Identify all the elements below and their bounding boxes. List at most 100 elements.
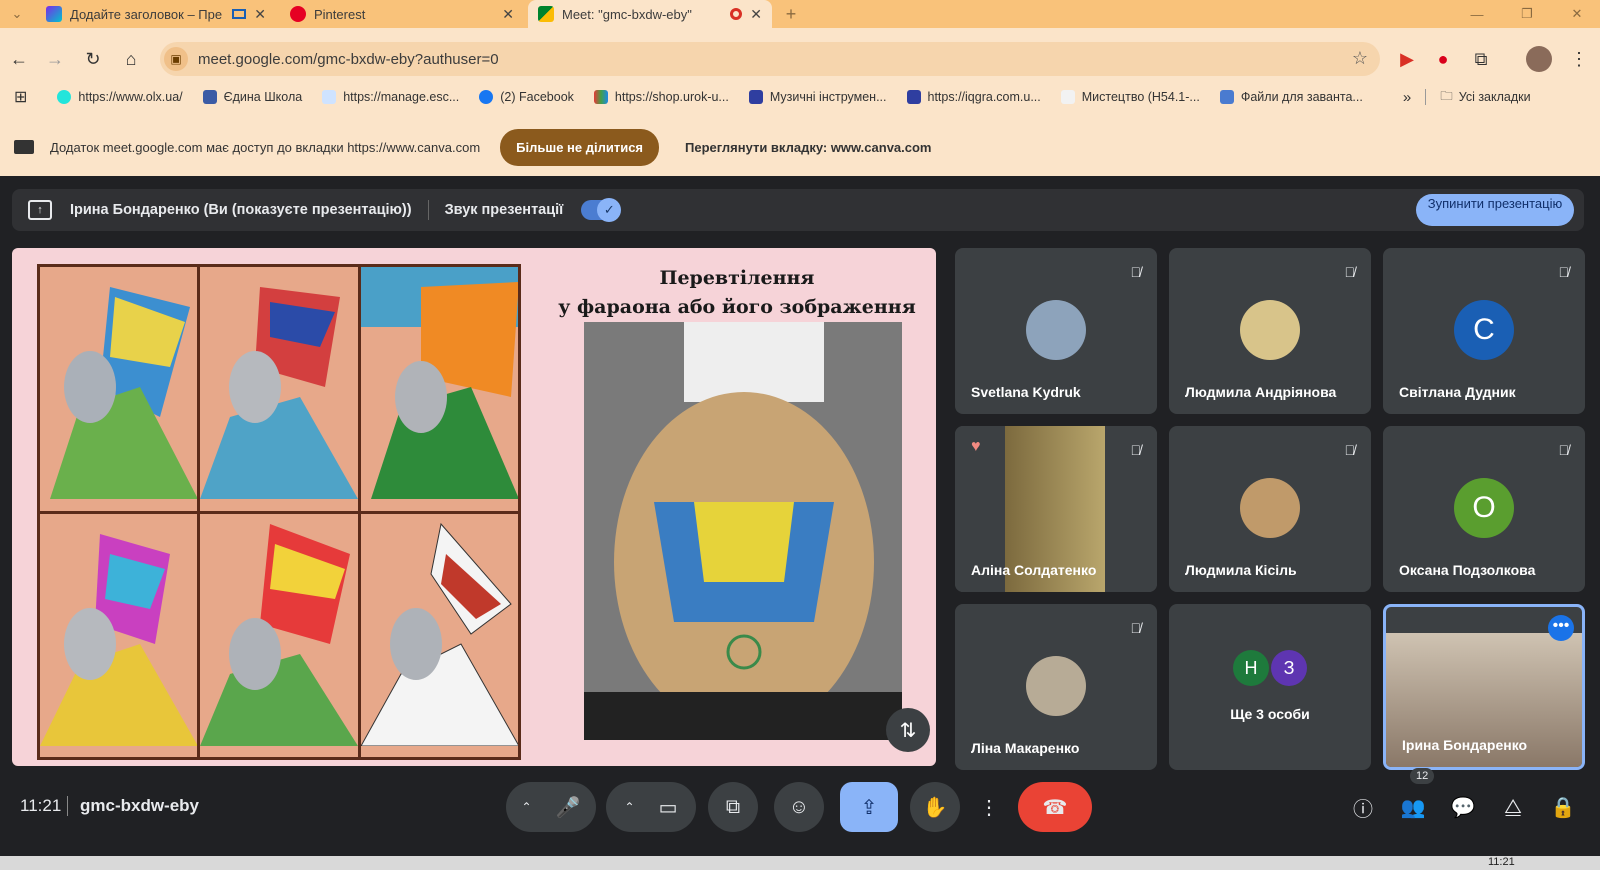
reload-icon[interactable]: ↻ [80, 46, 106, 72]
minimize-button[interactable]: — [1454, 0, 1500, 28]
cast-icon [232, 9, 247, 19]
meeting-code: gmc-bxdw-eby [80, 796, 200, 815]
participant-tile[interactable]: 🎙̸ Ліна Макаренко [955, 604, 1157, 770]
avatar [1240, 478, 1300, 538]
more-participants-tile[interactable]: Н З Ще 3 особи [1169, 604, 1371, 770]
avatar: Н [1233, 650, 1269, 686]
participant-tile[interactable]: 🎙̸ Svetlana Kydruk [955, 248, 1157, 414]
art-image [40, 267, 198, 511]
tab-pinterest[interactable]: Pinterest ✕ [280, 0, 524, 28]
restore-button[interactable]: ❐ [1504, 0, 1550, 28]
chevron-up-icon: ⌃ [521, 800, 532, 814]
bookmark-music[interactable]: Музичні інструмен... [748, 90, 887, 104]
apps-grid-icon[interactable]: ⊞ [14, 87, 27, 107]
participant-tile[interactable]: 🎙̸ Людмила Кісіль [1169, 426, 1371, 592]
extensions-puzzle-icon[interactable]: ⧉ [1468, 46, 1494, 72]
captions-button[interactable]: ⧉ [708, 782, 758, 832]
art-image [200, 267, 358, 511]
menu-kebab-icon[interactable]: ⋮ [1566, 46, 1592, 72]
video-camera-icon: ▭ [658, 796, 678, 819]
meeting-clock: 11:21 [20, 796, 62, 815]
avatar: С [1454, 300, 1514, 360]
site-info-icon[interactable]: ▣ [164, 47, 188, 71]
tab-search-button[interactable]: ⌄ [0, 0, 34, 28]
raise-hand-button[interactable]: ✋ [910, 782, 960, 832]
self-tile[interactable]: ••• Ірина Бондаренко [1383, 604, 1585, 770]
pinterest-icon [290, 6, 306, 22]
participant-tile[interactable]: 🎙̸ Людмила Андріянова [1169, 248, 1371, 414]
avatar: О [1454, 478, 1514, 538]
mic-off-icon: 🎙̸ [1344, 442, 1356, 458]
mic-off-icon: 🎙̸ [1558, 442, 1570, 458]
back-icon[interactable]: ← [6, 46, 32, 72]
mic-off-icon: 🎙̸ [1558, 264, 1570, 280]
recording-icon [730, 8, 743, 20]
camera-button[interactable]: ⌃ ▭ [606, 782, 696, 832]
microphone-button[interactable]: ⌃ 🎤 [506, 782, 596, 832]
url-text[interactable]: meet.google.com/gmc-bxdw-eby?authuser=0 [198, 51, 499, 68]
bookmark-art[interactable]: Мистецтво (Н54.1-... [1060, 90, 1200, 104]
avatar [1240, 300, 1300, 360]
art-image [200, 513, 358, 757]
bookmarks-bar: ⊞ https://www.olx.ua/ Єдина Школа https:… [0, 84, 1600, 110]
present-now-button[interactable]: ⇪ [840, 782, 898, 832]
mic-off-icon: 🎙̸ [1130, 620, 1142, 636]
host-controls-icon[interactable]: 🔒 [1550, 794, 1576, 820]
leave-call-button[interactable]: ☎ [1018, 782, 1092, 832]
art-image [360, 267, 518, 511]
stop-sharing-button[interactable]: Більше не ділитися [500, 128, 660, 166]
slide-title: Перевтілення у фараона або його зображен… [558, 267, 916, 318]
bookmarks-overflow-button[interactable]: » [1403, 89, 1411, 106]
bookmark-shop[interactable]: https://shop.urok-u... [593, 90, 729, 104]
chevron-up-icon: ⌃ [624, 800, 635, 814]
presentation-audio-toggle[interactable]: ✓ [581, 198, 622, 222]
control-bar: 11:21 gmc-bxdw-eby ⌃ 🎤 ⌃ ▭ ⧉ ☺ ⇪ ✋ ⋮ ☎ ⓘ 👥… [0, 766, 1600, 844]
browser-chrome: ⌄ Додайте заголовок – Пре ✕ Pinterest ✕ … [0, 0, 1600, 176]
presentation-audio-label: Звук презентації [444, 202, 564, 218]
tab-canva[interactable]: Додайте заголовок – Пре ✕ [36, 0, 276, 28]
home-icon[interactable]: ⌂ [118, 46, 144, 72]
bookmark-school[interactable]: Єдина Школа [202, 90, 302, 104]
opera-extension-icon[interactable]: ● [1430, 46, 1456, 72]
sharing-infobar: Додаток meet.google.com має доступ до вк… [0, 124, 1600, 170]
chat-icon[interactable]: 💬 [1450, 794, 1476, 820]
swap-layout-button[interactable]: ⇅ [886, 708, 930, 752]
avatar [1026, 656, 1086, 716]
sharing-info-text: Додаток meet.google.com має доступ до вк… [50, 139, 481, 155]
bookmark-facebook[interactable]: (2) Facebook [479, 90, 574, 104]
people-icon[interactable]: 👥 [1400, 794, 1426, 820]
captions-icon: ⧉ [725, 795, 741, 818]
view-tab-link[interactable]: Переглянути вкладку: www.canva.com [685, 140, 931, 155]
address-bar[interactable]: ▣ meet.google.com/gmc-bxdw-eby?authuser=… [160, 42, 1380, 76]
activities-icon[interactable]: ⧋ [1500, 794, 1526, 820]
bookmark-olx[interactable]: https://www.olx.ua/ [57, 90, 183, 104]
stop-presenting-button[interactable]: Зупинити презентацію [1416, 194, 1574, 226]
present-screen-icon: ⇪ [860, 796, 878, 819]
bookmark-iqgra[interactable]: https://iqgra.com.u... [906, 90, 1041, 104]
profile-avatar[interactable] [1526, 46, 1552, 72]
close-tab-icon[interactable]: ✕ [750, 6, 762, 23]
close-window-button[interactable]: ✕ [1554, 0, 1600, 28]
participant-tile[interactable]: 🎙̸ О Оксана Подзолкова [1383, 426, 1585, 592]
extension-icon[interactable]: ▶ [1394, 46, 1420, 72]
art-image [360, 513, 518, 757]
participant-tile[interactable]: ♥ 🎙̸ Аліна Солдатенко [955, 426, 1157, 592]
participant-tile[interactable]: 🎙̸ С Світлана Дудник [1383, 248, 1585, 414]
bookmark-files[interactable]: Файли для заванта... [1219, 90, 1363, 104]
hand-icon: ✋ [922, 796, 948, 819]
microphone-icon: 🎤 [555, 796, 581, 819]
reactions-button[interactable]: ☺ [774, 782, 824, 832]
tab-meet[interactable]: Meet: "gmc-bxdw-eby" ✕ [528, 0, 772, 28]
all-bookmarks-button[interactable]: 🗀 Усі закладки [1440, 87, 1530, 108]
more-options-button[interactable]: ⋮ [972, 782, 1006, 832]
screen-share-icon [14, 140, 34, 154]
forward-icon[interactable]: → [42, 46, 68, 72]
more-options-icon[interactable]: ••• [1548, 615, 1574, 641]
close-tab-icon[interactable]: ✕ [254, 6, 266, 23]
bookmark-star-icon[interactable]: ☆ [1352, 48, 1368, 69]
meeting-info-icon[interactable]: ⓘ [1350, 794, 1376, 821]
art-image [40, 513, 198, 757]
new-tab-button[interactable]: + [776, 0, 806, 28]
bookmark-manage[interactable]: https://manage.esc... [322, 90, 459, 104]
close-tab-icon[interactable]: ✕ [502, 6, 514, 23]
